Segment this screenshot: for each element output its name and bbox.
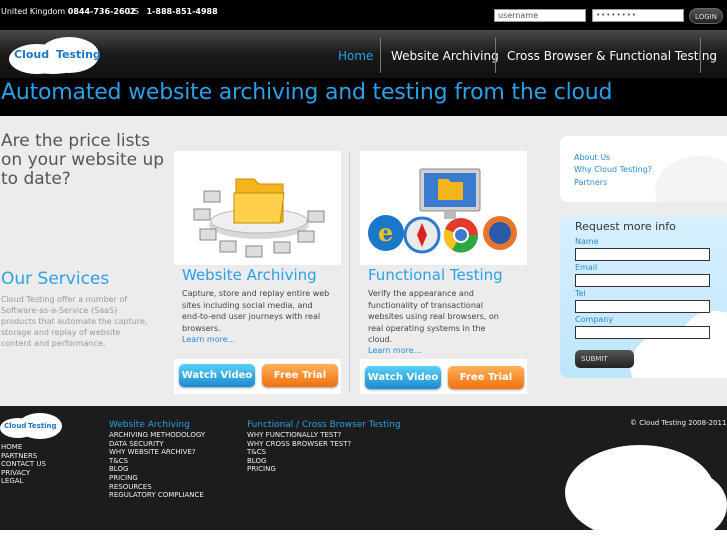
footer-link-legal[interactable]: Legal <box>1 477 46 486</box>
testing-image: e <box>360 151 527 265</box>
name-label: Name <box>575 237 599 246</box>
footer-link[interactable]: Why Functionally Test? <box>247 431 351 440</box>
login-button[interactable]: LOGIN <box>689 8 723 24</box>
sidebar-link-why[interactable]: Why Cloud Testing? <box>574 165 652 174</box>
sidebar-link-partners[interactable]: Partners <box>574 178 607 187</box>
page-bottom <box>0 530 727 545</box>
footer-link-home[interactable]: Home <box>1 443 46 452</box>
nav-home[interactable]: Home <box>338 40 373 72</box>
card-archiving-text: Capture, store and replay entire web sit… <box>182 289 330 333</box>
tel-label: Tel <box>575 289 586 298</box>
cloud-decoration <box>655 156 727 202</box>
free-trial-button[interactable]: Free Trial <box>448 366 524 389</box>
sidebar-link-about[interactable]: About Us <box>574 153 610 162</box>
logo-word-testing: Testing <box>56 48 101 61</box>
nav-website-archiving[interactable]: Website Archiving <box>391 40 499 72</box>
tel-field[interactable] <box>575 300 710 313</box>
footer-link[interactable]: Resources <box>109 483 205 492</box>
svg-text:e: e <box>378 218 393 247</box>
hero-title: Automated website archiving and testing … <box>1 80 613 105</box>
footer-link[interactable]: Data Security <box>109 440 205 449</box>
footer-link[interactable]: Pricing <box>247 465 351 474</box>
services-heading: Our Services <box>1 269 110 289</box>
company-label: Company <box>575 315 614 324</box>
footer-link-contact[interactable]: Contact Us <box>1 460 46 469</box>
email-field[interactable] <box>575 274 710 287</box>
card-functional-text: Verify the appearance and functionality … <box>368 289 499 344</box>
folder-network-icon <box>193 178 325 258</box>
footer-link-privacy[interactable]: Privacy <box>1 469 46 478</box>
footer-link[interactable]: Why Website Archive? <box>109 448 205 457</box>
footer-heading-testing[interactable]: Functional / Cross Browser Testing <box>247 420 401 430</box>
price-question: Are the price lists on your website up t… <box>1 131 165 189</box>
footer-logo-word-testing: Testing <box>28 422 57 430</box>
password-input[interactable]: •••••••• <box>592 9 684 22</box>
nav-cross-browser-testing[interactable]: Cross Browser & Functional Testing <box>507 40 717 72</box>
footer-link[interactable]: Archiving Methodology <box>109 431 205 440</box>
uk-phone: United Kingdom 0844-736-2602 <box>1 7 136 16</box>
archiving-image <box>174 151 341 265</box>
services-description: Cloud Testing offer a number of Software… <box>1 295 148 348</box>
request-title: Request more info <box>575 220 676 233</box>
card-functional-title[interactable]: Functional Testing <box>368 266 503 284</box>
footer-link[interactable]: Blog <box>109 465 205 474</box>
logo-word-cloud: Cloud <box>14 48 50 61</box>
column-divider <box>349 152 350 392</box>
footer-logo-word-cloud: Cloud <box>4 422 27 430</box>
nav-divider <box>700 37 701 73</box>
watch-video-button[interactable]: Watch Video <box>179 364 255 387</box>
card-archiving-title[interactable]: Website Archiving <box>182 266 317 284</box>
name-field[interactable] <box>575 248 710 261</box>
card-functional-learn-more[interactable]: Learn more... <box>368 346 421 355</box>
footer-link-partners[interactable]: Partners <box>1 452 46 461</box>
copyright: © Cloud Testing 2008-2011 <box>630 419 727 427</box>
card-archiving-learn-more[interactable]: Learn more... <box>182 335 235 344</box>
nav-divider <box>495 37 496 73</box>
free-trial-button[interactable]: Free Trial <box>262 364 338 387</box>
footer-heading-archiving[interactable]: Website Archiving <box>109 420 190 430</box>
company-field[interactable] <box>575 326 710 339</box>
username-input[interactable]: username <box>494 9 586 22</box>
footer-col-testing: Why Functionally Test? Why Cross Browser… <box>247 431 351 474</box>
browser-icons: e <box>368 168 517 254</box>
watch-video-button[interactable]: Watch Video <box>365 366 441 389</box>
footer-link[interactable]: Pricing <box>109 474 205 483</box>
nav-divider <box>380 37 381 73</box>
submit-button[interactable]: SUBMIT <box>575 350 634 368</box>
us-phone: US 1-888-851-4988 <box>128 7 218 16</box>
footer-link[interactable]: Why Cross Browser Test? <box>247 440 351 449</box>
footer-col-archiving: Archiving Methodology Data Security Why … <box>109 431 205 500</box>
footer-link[interactable]: Regulatory Compliance <box>109 491 205 500</box>
footer-col-main: Home Partners Contact Us Privacy Legal <box>1 443 46 486</box>
email-label: Email <box>575 263 598 272</box>
footer-link[interactable]: Blog <box>247 457 351 466</box>
footer-link[interactable]: T&Cs <box>247 448 351 457</box>
footer-link[interactable]: T&Cs <box>109 457 205 466</box>
